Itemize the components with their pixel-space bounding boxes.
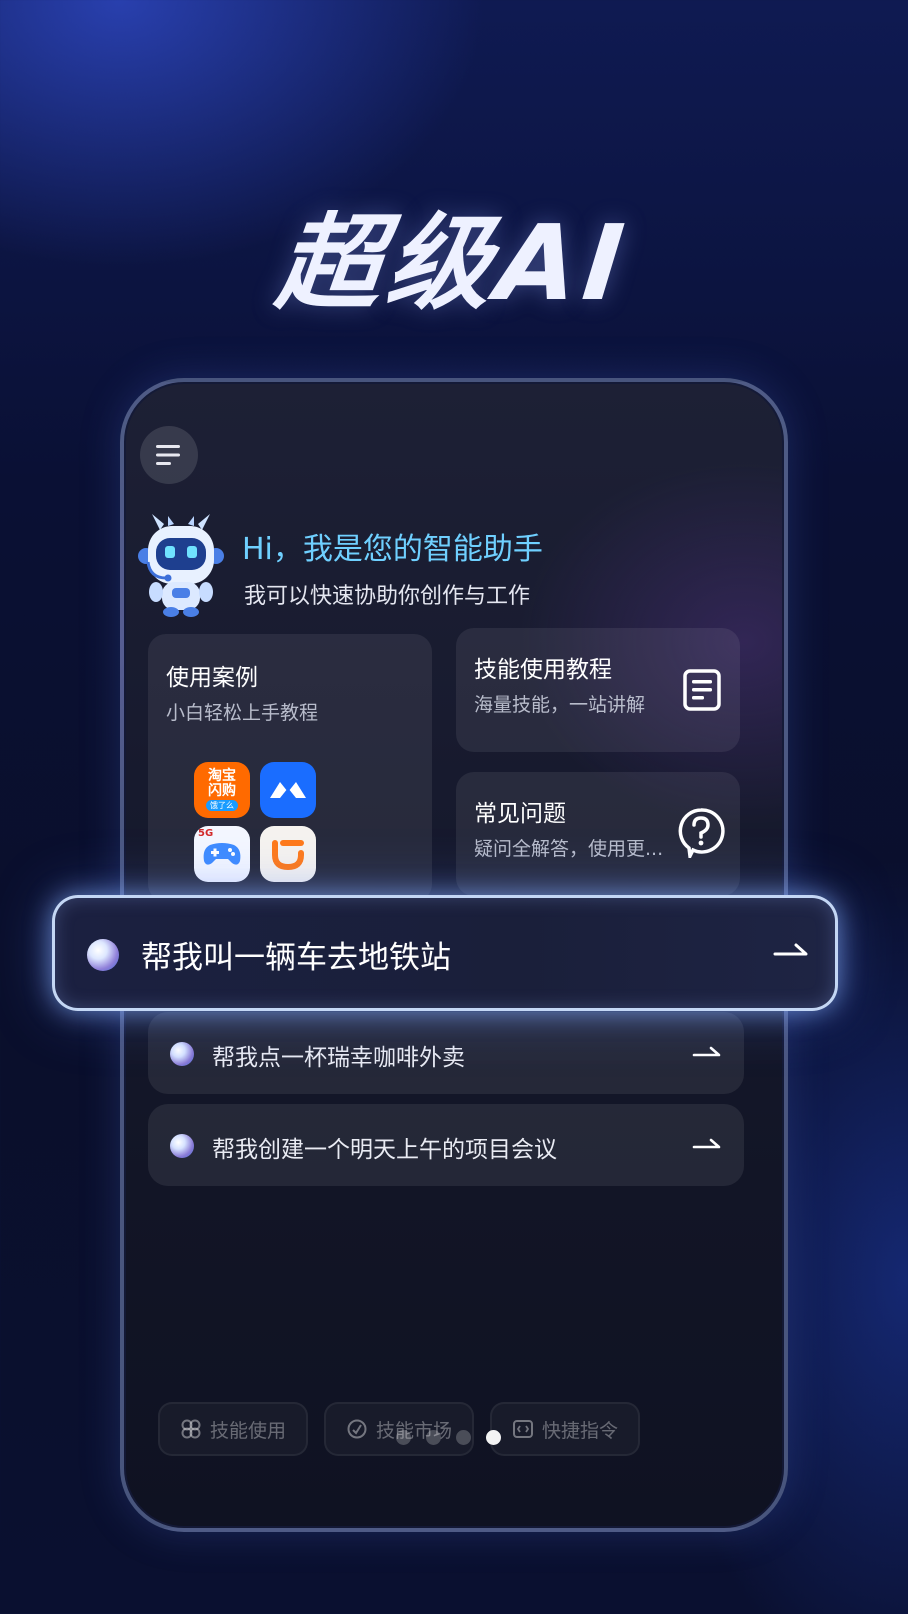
send-arrow-icon — [692, 1046, 721, 1057]
document-icon — [683, 669, 721, 711]
use-cases-title: 使用案例 — [166, 665, 258, 691]
tab-quick-commands[interactable]: 快捷指令 — [490, 1402, 640, 1456]
menu-button[interactable] — [140, 426, 198, 484]
didi-app-icon[interactable] — [260, 826, 316, 882]
send-arrow-icon — [692, 1138, 721, 1149]
screen: { "banner": { "title": "超级AI" }, "assist… — [0, 0, 908, 1614]
tutorial-card[interactable]: 技能使用教程 海量技能，一站讲解 — [456, 628, 740, 752]
use-cases-card[interactable]: 使用案例 小白轻松上手教程 淘宝 闪购 饿了么 5G — [148, 634, 432, 902]
assistant-orb-icon — [87, 939, 119, 971]
tutorial-title: 技能使用教程 — [474, 657, 612, 683]
question-icon — [678, 808, 725, 858]
suggestion-text: 帮我创建一个明天上午的项目会议 — [212, 1137, 557, 1163]
page-dot[interactable] — [426, 1430, 441, 1445]
assistant-orb-icon — [170, 1134, 194, 1158]
tab-label: 快捷指令 — [541, 1419, 618, 1442]
suggestion-item-meeting[interactable]: 帮我创建一个明天上午的项目会议 — [148, 1104, 744, 1186]
suggestion-item-taxi[interactable]: 帮我叫一辆车去地铁站 — [52, 895, 838, 1011]
suggestion-item-coffee[interactable]: 帮我点一杯瑞幸咖啡外卖 — [148, 1012, 744, 1094]
assistant-orb-icon — [170, 1042, 194, 1066]
tutorial-subtitle: 海量技能，一站讲解 — [474, 694, 646, 716]
app-label-line2: 闪购 — [208, 783, 236, 799]
tab-label: 技能使用 — [209, 1419, 286, 1442]
suggestion-text: 帮我叫一辆车去地铁站 — [141, 940, 451, 976]
faq-title: 常见问题 — [474, 801, 566, 827]
tab-skills-usage[interactable]: 技能使用 — [158, 1402, 308, 1456]
page-dot[interactable] — [396, 1430, 411, 1445]
assistant-subtitle: 我可以快速协助你创作与工作 — [244, 584, 531, 609]
faq-subtitle: 疑问全解答，使用更... — [474, 838, 664, 860]
app-badge-5g: 5G — [198, 828, 214, 839]
assistant-greeting: Hi，我是您的智能助手 — [242, 532, 543, 567]
taobao-shangou-app-icon[interactable]: 淘宝 闪购 饿了么 — [194, 762, 250, 818]
page-indicator — [396, 1430, 501, 1445]
faq-card[interactable]: 常见问题 疑问全解答，使用更... — [456, 772, 740, 896]
suggestion-text: 帮我点一杯瑞幸咖啡外卖 — [212, 1045, 465, 1071]
banner-title: 超级AI — [270, 202, 636, 324]
robot-mascot-icon — [138, 514, 224, 617]
didi-logo-icon — [272, 840, 304, 871]
send-arrow-icon — [773, 943, 808, 956]
tab-skills-market[interactable]: 技能市场 — [324, 1402, 474, 1456]
app-label-line1: 淘宝 — [208, 768, 236, 784]
page-dot[interactable] — [456, 1430, 471, 1445]
feishu-logo-icon — [270, 782, 306, 798]
menu-icon — [156, 445, 180, 465]
market-icon — [347, 1419, 367, 1439]
skills-icon — [181, 1419, 201, 1439]
command-icon — [512, 1420, 533, 1438]
page-dot-active[interactable] — [486, 1430, 501, 1445]
gamepad-icon — [203, 843, 241, 865]
use-cases-subtitle: 小白轻松上手教程 — [166, 702, 319, 724]
app-badge: 饿了么 — [206, 800, 238, 811]
feishu-app-icon[interactable] — [260, 762, 316, 818]
game-controller-app-icon[interactable]: 5G — [194, 826, 250, 882]
